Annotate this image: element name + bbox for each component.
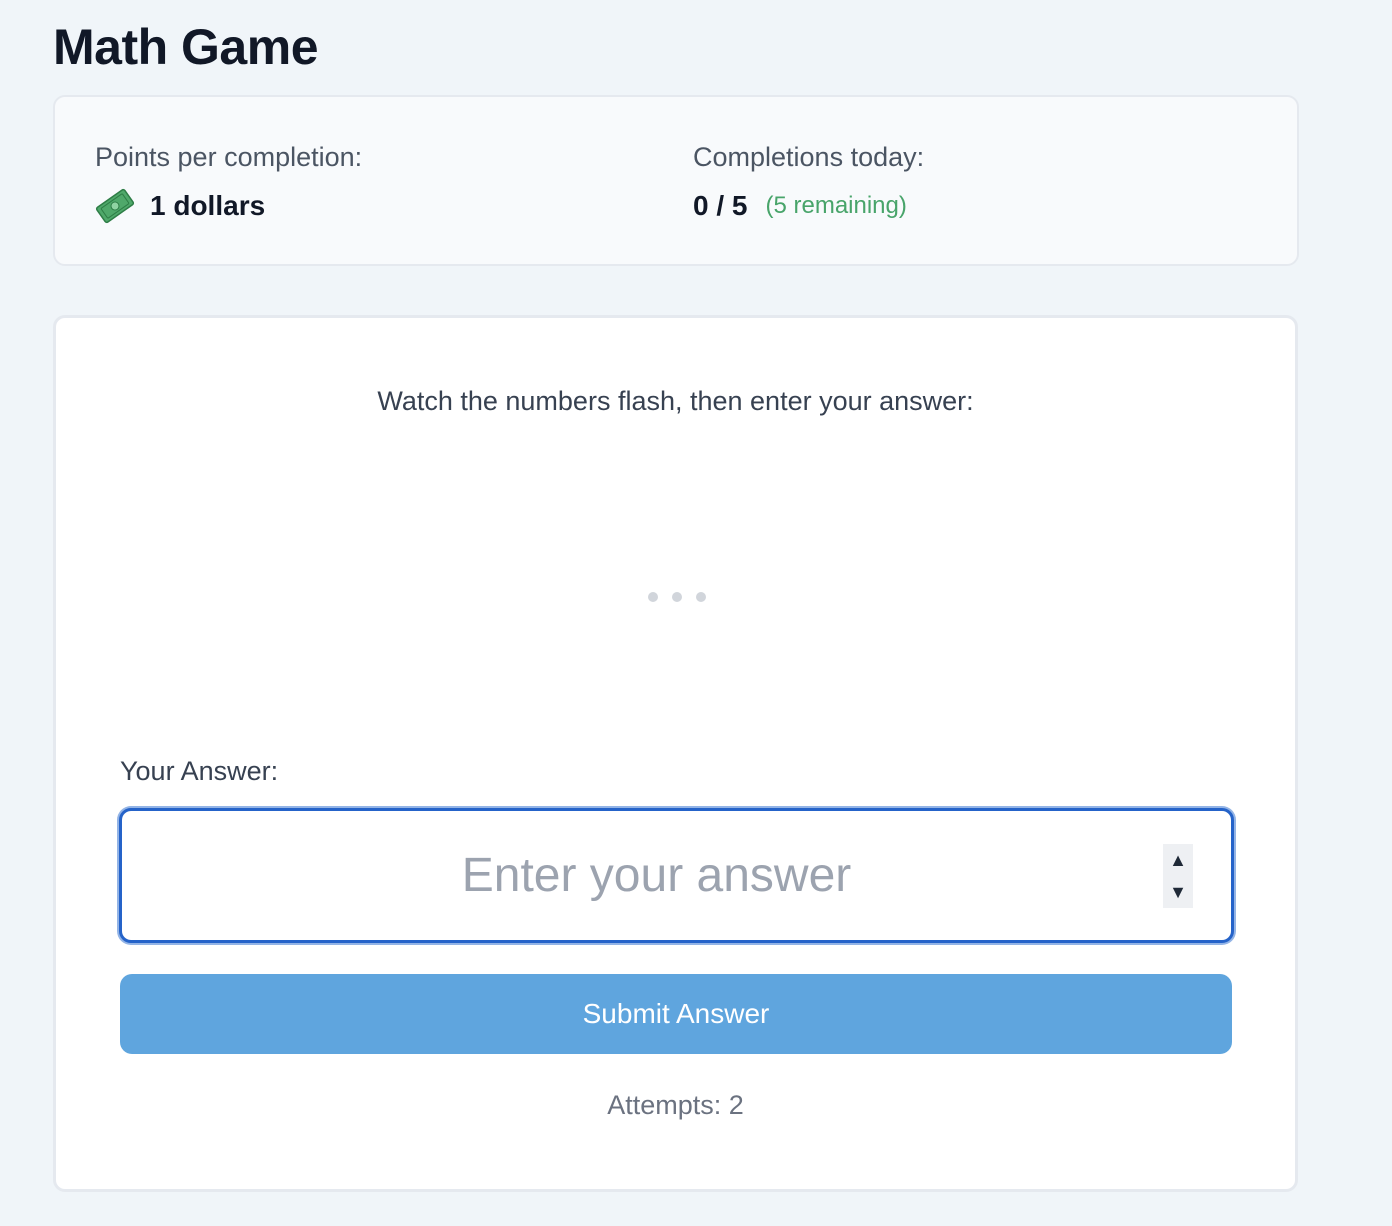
number-flash-loading-indicator — [648, 592, 706, 602]
attempts-count: Attempts: 2 — [607, 1090, 744, 1120]
completions-label: Completions today: — [693, 142, 925, 172]
reward-info-card: Points per completion: 1 dollars Complet… — [53, 95, 1299, 266]
answer-label: Your Answer: — [120, 756, 279, 786]
points-per-completion: Points per completion: 1 dollars — [95, 141, 363, 224]
number-stepper: ▲ ▼ — [1163, 844, 1193, 908]
game-card: Watch the numbers flash, then enter your… — [53, 315, 1298, 1192]
answer-input[interactable] — [122, 811, 1231, 940]
loading-dot — [696, 592, 706, 602]
completions-value: 0 / 5 — [693, 190, 748, 221]
decrement-arrow-icon[interactable]: ▼ — [1169, 883, 1187, 901]
loading-dot — [672, 592, 682, 602]
remaining-count: (5 remaining) — [765, 192, 907, 219]
instructions-text: Watch the numbers flash, then enter your… — [377, 386, 974, 416]
points-label: Points per completion: — [95, 142, 363, 172]
completions-today: Completions today: 0 / 5 (5 remaining) — [693, 141, 924, 223]
submit-answer-button[interactable]: Submit Answer — [120, 974, 1232, 1054]
increment-arrow-icon[interactable]: ▲ — [1169, 851, 1187, 869]
page-title: Math Game — [53, 19, 319, 75]
loading-dot — [648, 592, 658, 602]
answer-input-container: ▲ ▼ — [119, 808, 1234, 943]
money-bill-icon — [95, 188, 135, 224]
points-value: 1 dollars — [150, 190, 266, 221]
